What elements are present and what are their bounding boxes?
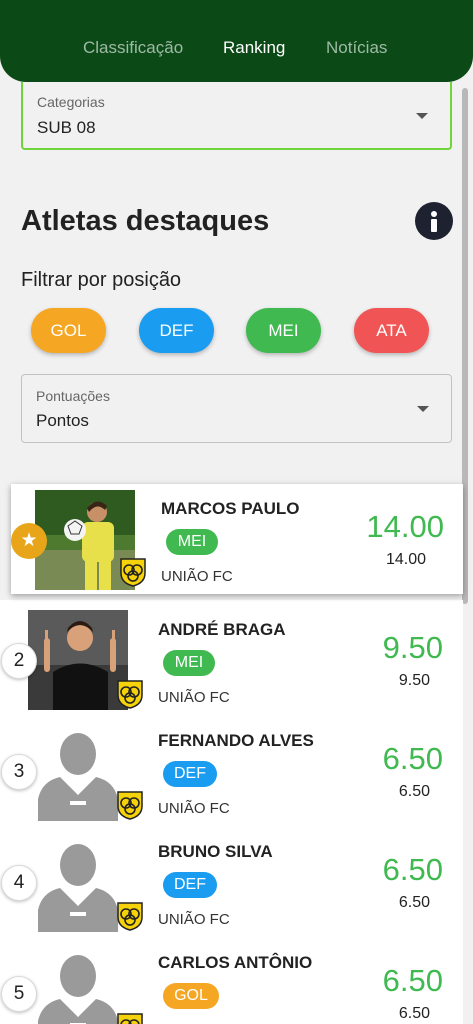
tab-noticias[interactable]: Notícias xyxy=(326,38,387,58)
athlete-row[interactable]: 4 BRUNO SILVA DEF UNIÃO FC 6.50 6.50 xyxy=(0,822,463,933)
athlete-list: ★ MARCOS PAULO MEI UNIÃO FC 14.00 14.00 … xyxy=(0,484,463,1024)
club-badge-icon xyxy=(119,557,147,587)
filter-ata-button[interactable]: ATA xyxy=(354,308,429,353)
athlete-name: BRUNO SILVA xyxy=(158,842,273,861)
dropdown-arrow-icon xyxy=(416,113,428,119)
club-badge-icon xyxy=(116,790,144,820)
club-badge-icon xyxy=(116,1012,144,1024)
athlete-score: 6.50 xyxy=(382,852,443,887)
rank-number: 3 xyxy=(1,754,37,790)
nav-tabs: Classificação Ranking Notícias xyxy=(0,38,473,60)
athlete-score: 14.00 xyxy=(366,509,444,544)
athlete-club: UNIÃO FC xyxy=(158,689,230,706)
category-select-label: Categorias xyxy=(37,94,105,110)
athlete-name: FERNANDO ALVES xyxy=(158,731,314,750)
club-badge-icon xyxy=(116,901,144,931)
avatar-placeholder-icon xyxy=(28,943,128,1024)
avatar-placeholder-icon xyxy=(28,832,128,932)
position-badge: GOL xyxy=(163,983,219,1009)
position-badge: DEF xyxy=(163,761,217,787)
athlete-subscore: 6.50 xyxy=(398,894,430,911)
athlete-row[interactable]: ★ MARCOS PAULO MEI UNIÃO FC 14.00 14.00 xyxy=(11,484,463,594)
category-select[interactable]: Categorias SUB 08 xyxy=(21,82,452,150)
athlete-subscore: 6.50 xyxy=(398,783,430,800)
filter-label: Filtrar por posição xyxy=(21,269,182,291)
scoring-select-value: Pontos xyxy=(36,411,89,430)
section-title: Atletas destaques xyxy=(21,205,270,237)
filter-mei-button[interactable]: MEI xyxy=(246,308,321,353)
info-icon[interactable] xyxy=(415,202,453,240)
club-badge-icon xyxy=(116,679,144,709)
athlete-name: ANDRÉ BRAGA xyxy=(158,620,286,639)
star-icon: ★ xyxy=(11,523,47,559)
athlete-row[interactable]: 5 CARLOS ANTÔNIO GOL 6.50 6.50 xyxy=(0,933,463,1024)
athlete-subscore: 14.00 xyxy=(385,551,426,568)
athlete-photo xyxy=(28,610,128,710)
rank-number: 2 xyxy=(1,643,37,679)
position-badge: MEI xyxy=(166,529,218,555)
athlete-subscore: 9.50 xyxy=(398,672,430,689)
scoring-select-label: Pontuações xyxy=(36,388,110,404)
athlete-subscore: 6.50 xyxy=(398,1005,430,1022)
athlete-club: UNIÃO FC xyxy=(158,911,230,928)
scoring-select[interactable]: Pontuações Pontos xyxy=(21,374,452,443)
athlete-score: 6.50 xyxy=(382,741,443,776)
athlete-score: 6.50 xyxy=(382,963,443,998)
filter-def-button[interactable]: DEF xyxy=(139,308,214,353)
athlete-name: MARCOS PAULO xyxy=(161,499,300,518)
dropdown-arrow-icon xyxy=(417,406,429,412)
filter-gol-button[interactable]: GOL xyxy=(31,308,106,353)
athlete-row[interactable]: 3 FERNANDO ALVES DEF UNIÃO FC 6.50 6.50 xyxy=(0,711,463,822)
category-select-value: SUB 08 xyxy=(37,118,96,137)
tab-classificacao[interactable]: Classificação xyxy=(83,38,183,58)
tab-ranking[interactable]: Ranking xyxy=(223,38,285,58)
position-badge: DEF xyxy=(163,872,217,898)
app-header: Classificação Ranking Notícias xyxy=(0,0,473,82)
athlete-club: UNIÃO FC xyxy=(158,800,230,817)
athlete-row[interactable]: 2 ANDRÉ BRAGA MEI UNIÃO FC 9.50 9.50 xyxy=(0,600,463,711)
rank-number: 5 xyxy=(1,976,37,1012)
athlete-club: UNIÃO FC xyxy=(161,568,233,585)
position-badge: MEI xyxy=(163,650,215,676)
avatar-placeholder-icon xyxy=(28,721,128,821)
rank-number: 4 xyxy=(1,865,37,901)
athlete-name: CARLOS ANTÔNIO xyxy=(158,953,313,972)
athlete-score: 9.50 xyxy=(382,630,443,665)
